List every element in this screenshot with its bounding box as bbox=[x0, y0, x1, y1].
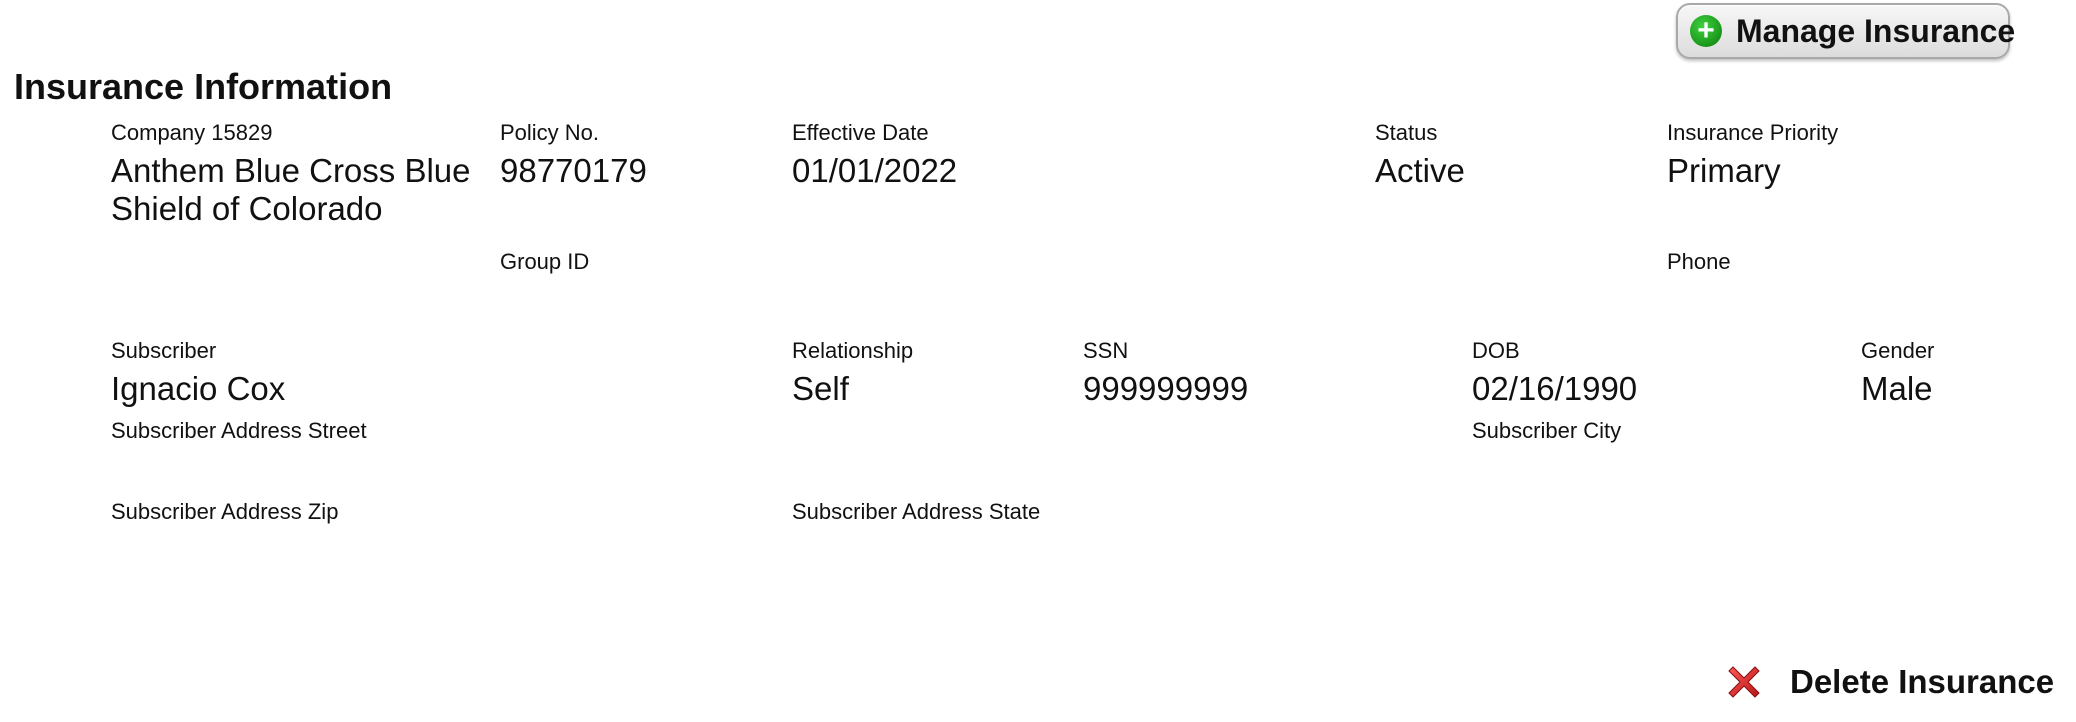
gender-label: Gender bbox=[1861, 338, 1935, 363]
delete-insurance-label: Delete Insurance bbox=[1790, 663, 2055, 700]
ssn-value: 999999999 bbox=[1083, 370, 1249, 407]
subscriber-value: Ignacio Cox bbox=[111, 370, 286, 407]
relationship-label: Relationship bbox=[792, 338, 914, 363]
delete-insurance-button[interactable]: Delete Insurance bbox=[1724, 662, 2054, 702]
policy-no-label: Policy No. bbox=[500, 120, 600, 145]
group-id-label: Group ID bbox=[500, 249, 590, 274]
company-value: Anthem Blue Cross Blue Shield of Colorad… bbox=[111, 152, 471, 227]
subscriber-address-zip-label: Subscriber Address Zip bbox=[111, 499, 339, 524]
status-value: Active bbox=[1375, 152, 1465, 189]
insurance-priority-value: Primary bbox=[1667, 152, 1781, 189]
subscriber-city-label: Subscriber City bbox=[1472, 418, 1622, 443]
effective-date-label: Effective Date bbox=[792, 120, 929, 145]
dob-label: DOB bbox=[1472, 338, 1520, 363]
status-label: Status bbox=[1375, 120, 1438, 145]
gender-value: Male bbox=[1861, 370, 1933, 407]
subscriber-address-state-label: Subscriber Address State bbox=[792, 499, 1041, 524]
red-x-icon bbox=[1724, 662, 1764, 702]
plus-circle-icon: + bbox=[1690, 15, 1722, 47]
policy-no-value: 98770179 bbox=[500, 152, 647, 189]
manage-insurance-label: Manage Insurance bbox=[1736, 12, 2016, 49]
subscriber-address-street-label: Subscriber Address Street bbox=[111, 418, 367, 443]
relationship-value: Self bbox=[792, 370, 849, 407]
section-title: Insurance Information bbox=[14, 66, 393, 107]
subscriber-label: Subscriber bbox=[111, 338, 217, 363]
manage-insurance-button[interactable]: + Manage Insurance bbox=[1676, 3, 2015, 59]
effective-date-value: 01/01/2022 bbox=[792, 152, 958, 189]
dob-value: 02/16/1990 bbox=[1472, 370, 1638, 407]
phone-label: Phone bbox=[1667, 249, 1731, 274]
insurance-priority-label: Insurance Priority bbox=[1667, 120, 1839, 145]
company-label: Company 15829 bbox=[111, 120, 273, 145]
ssn-label: SSN bbox=[1083, 338, 1129, 363]
